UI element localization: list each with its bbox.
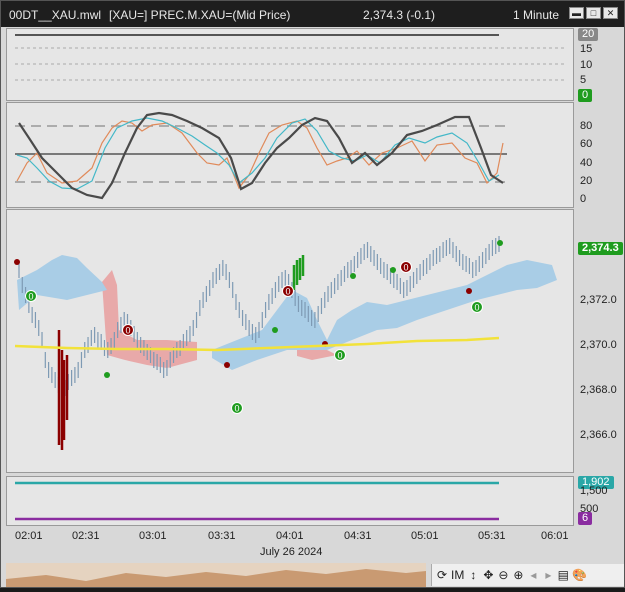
date-label: July 26 2024	[260, 546, 323, 558]
pane2-axis: 80 60 40 20 0	[574, 102, 621, 208]
pane4-axis: 1,902 1,500 500 6	[574, 476, 621, 526]
pane4-plot	[15, 481, 499, 521]
vertical-scale-icon[interactable]: ↕	[467, 568, 479, 582]
dot-marker	[104, 372, 110, 378]
pane2-tick: 60	[580, 138, 593, 150]
refresh-icon[interactable]: ⟳	[436, 568, 448, 582]
dot-marker	[466, 288, 472, 294]
last-price-label: 2,374.3 (-0.1)	[363, 8, 436, 22]
dot-marker	[390, 267, 396, 273]
signal-label: 0	[474, 303, 479, 313]
pane1-axis: 20 15 10 5 0	[574, 28, 621, 102]
navigator-plot	[6, 569, 426, 587]
pane4-bottom-tag: 6	[578, 512, 593, 525]
stochastic-pane[interactable]	[6, 102, 574, 208]
signal-label: 0	[285, 287, 290, 297]
pane1-plot	[15, 34, 567, 81]
time-label: 05:31	[478, 530, 506, 542]
zoom-in-icon[interactable]: ⊕	[512, 568, 524, 582]
interval-label[interactable]: 1 Minute	[513, 8, 559, 22]
pane1-tick: 15	[580, 43, 593, 55]
cloud-bear-region-2	[297, 350, 337, 360]
pan-icon[interactable]: ✥	[482, 568, 494, 582]
pane1-tick: 5	[580, 74, 587, 86]
price-tick: 2,368.0	[580, 384, 617, 396]
close-button[interactable]: ✕	[603, 7, 618, 19]
scroll-left-icon[interactable]: ◂	[527, 568, 539, 582]
signal-label: 0	[125, 326, 130, 336]
pane2-tick: 80	[580, 120, 593, 132]
chart-window: 00DT__XAU.mwl [XAU=] PREC.M.XAU=(Mid Pri…	[0, 0, 625, 588]
pane1-zero-tag: 0	[578, 89, 593, 102]
symbol-label: [XAU=] PREC.M.XAU=(Mid Price)	[109, 8, 291, 22]
dot-marker	[224, 362, 230, 368]
pane2-tick: 40	[580, 157, 593, 169]
navigator-strip[interactable]	[6, 563, 426, 587]
signal-label: 0	[337, 351, 342, 361]
price-tick: 2,366.0	[580, 429, 617, 441]
pane1-value-tag: 20	[578, 28, 599, 41]
pane2-tick: 0	[580, 193, 587, 205]
signal-label: 0	[28, 292, 33, 302]
zoom-out-icon[interactable]: ⊖	[497, 568, 509, 582]
minimize-button[interactable]: ▬	[569, 7, 584, 19]
volume-pane[interactable]	[6, 476, 574, 526]
table-icon[interactable]: ▤	[557, 568, 569, 582]
time-label: 03:31	[208, 530, 236, 542]
pane4-tick: 1,500	[580, 485, 608, 497]
indicator-pane-1[interactable]	[6, 28, 574, 101]
time-label: 06:01	[541, 530, 569, 542]
cloud-bear-region	[102, 270, 197, 368]
price-tick: 2,370.0	[580, 339, 617, 351]
time-label: 02:01	[15, 530, 43, 542]
time-label: 02:31	[72, 530, 100, 542]
scroll-right-icon[interactable]: ▸	[542, 568, 554, 582]
price-pane[interactable]: 0 0 0 0 0 0 0	[6, 209, 574, 473]
time-label: 05:01	[411, 530, 439, 542]
maximize-button[interactable]: □	[586, 7, 601, 19]
dot-marker	[350, 273, 356, 279]
chart-toolbar: ⟳ IM ↕ ✥ ⊖ ⊕ ◂ ▸ ▤ 🎨	[431, 564, 624, 586]
current-price-tag: 2,374.3	[578, 242, 623, 255]
pane1-tick: 10	[580, 59, 593, 71]
file-name: 00DT__XAU.mwl	[9, 8, 102, 22]
im-button[interactable]: IM	[451, 568, 464, 582]
signal-label: 0	[234, 404, 239, 414]
dot-marker	[14, 259, 20, 265]
price-axis: 2,374.3 2,372.0 2,370.0 2,368.0 2,366.0	[574, 209, 623, 473]
price-tick: 2,372.0	[580, 294, 617, 306]
dot-marker	[497, 240, 503, 246]
pane2-plot	[15, 111, 507, 200]
dot-marker	[272, 327, 278, 333]
time-label: 04:01	[276, 530, 304, 542]
price-plot: 0 0 0 0 0 0 0	[14, 236, 557, 450]
time-label: 03:01	[139, 530, 167, 542]
palette-icon[interactable]: 🎨	[572, 568, 587, 582]
title-bar: 00DT__XAU.mwl [XAU=] PREC.M.XAU=(Mid Pri…	[1, 1, 624, 27]
pane2-tick: 20	[580, 175, 593, 187]
signal-label: 0	[403, 263, 408, 273]
time-label: 04:31	[344, 530, 372, 542]
